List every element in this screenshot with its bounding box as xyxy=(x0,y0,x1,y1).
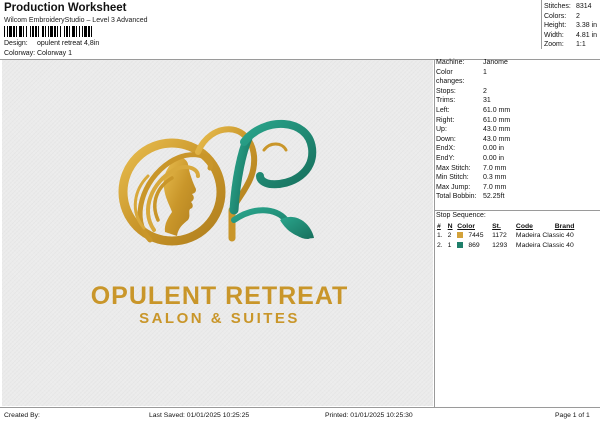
summary-row: Height: 3.38 in xyxy=(544,22,598,30)
r-bowl-inner xyxy=(262,142,288,152)
last-saved: Last Saved: 01/01/2025 10:25:25 xyxy=(149,412,250,419)
stat-row: Min Stitch: 0.3 mm xyxy=(436,174,507,182)
stat-row: Stops: 2 xyxy=(436,87,487,95)
stop-sequence-title: Stop Sequence: xyxy=(436,212,486,219)
colorway-label: Colorway: xyxy=(4,50,36,57)
stat-row: Total Bobbin: 52.25ft xyxy=(436,193,505,201)
logo-tagline-text: SALON & SUITES xyxy=(139,310,300,327)
summary-divider xyxy=(541,0,542,49)
colorway-row: Colorway: Colorway 1 xyxy=(4,50,72,57)
machine-stats: Machine: Janome Color changes: 1 Stops: 2 T… xyxy=(436,58,598,202)
panel-divider xyxy=(434,59,435,407)
summary-row: Zoom: 1:1 xyxy=(544,41,586,49)
software-name: Wilcom EmbroideryStudio – Level 3 Advanc… xyxy=(4,17,148,24)
stop-divider xyxy=(434,210,600,211)
stat-row: Max Jump: 7.0 mm xyxy=(436,183,507,191)
created-by: Created By: xyxy=(4,412,40,419)
color-swatch xyxy=(457,242,464,248)
stat-row: Left: 61.0 mm xyxy=(436,106,511,114)
stat-row: EndY: 0.00 in xyxy=(436,154,505,162)
logo-name-text: OPULENT RETREAT xyxy=(90,282,349,310)
footer-divider xyxy=(0,407,600,408)
color-swatch xyxy=(457,232,464,238)
summary-row: Stitches: 8314 xyxy=(544,3,592,10)
embroidery-logo xyxy=(118,119,317,246)
stat-row: Trims: 31 xyxy=(436,97,491,105)
stat-row: Up: 43.0 mm xyxy=(436,126,511,134)
table-row: 1. 2 7445 1172 Madeira Classic 40 xyxy=(437,232,574,239)
printed-date: Printed: 01/01/2025 10:25:30 xyxy=(325,412,413,419)
barcode-image xyxy=(4,26,92,37)
stat-row: EndX: 0.00 in xyxy=(436,145,505,153)
stat-row: Down: 43.0 mm xyxy=(436,135,511,143)
stop-sequence-table: # N Color St. Code Brand 1. 2 7445 1172 … xyxy=(436,222,598,251)
leaf-shape xyxy=(280,216,314,239)
summary-panel: Stitches: 8314 Colors: 2 Height: 3.38 in Wi… xyxy=(544,2,598,50)
page-number: Page 1 of 1 xyxy=(555,412,590,419)
stat-row: Color changes: 1 xyxy=(436,68,487,86)
design-value: opulent retreat 4,8in xyxy=(36,40,100,47)
summary-row: Colors: 2 xyxy=(544,12,580,20)
design-label: Design: xyxy=(4,40,28,47)
page-title: Production Worksheet xyxy=(4,2,127,14)
design-row: Design: opulent retreat 4,8in xyxy=(4,40,99,47)
colorway-value: Colorway 1 xyxy=(36,50,72,57)
stat-row: Max Stitch: 7.0 mm xyxy=(436,164,507,172)
table-header: # N Color St. Code Brand xyxy=(437,223,575,230)
stat-row: Right: 61.0 mm xyxy=(436,116,511,124)
table-row: 2. 1 869 1293 Madeira Classic 40 xyxy=(437,242,574,249)
stat-row: Machine: Janome xyxy=(436,59,508,66)
summary-row: Width: 4.81 in xyxy=(544,31,598,39)
